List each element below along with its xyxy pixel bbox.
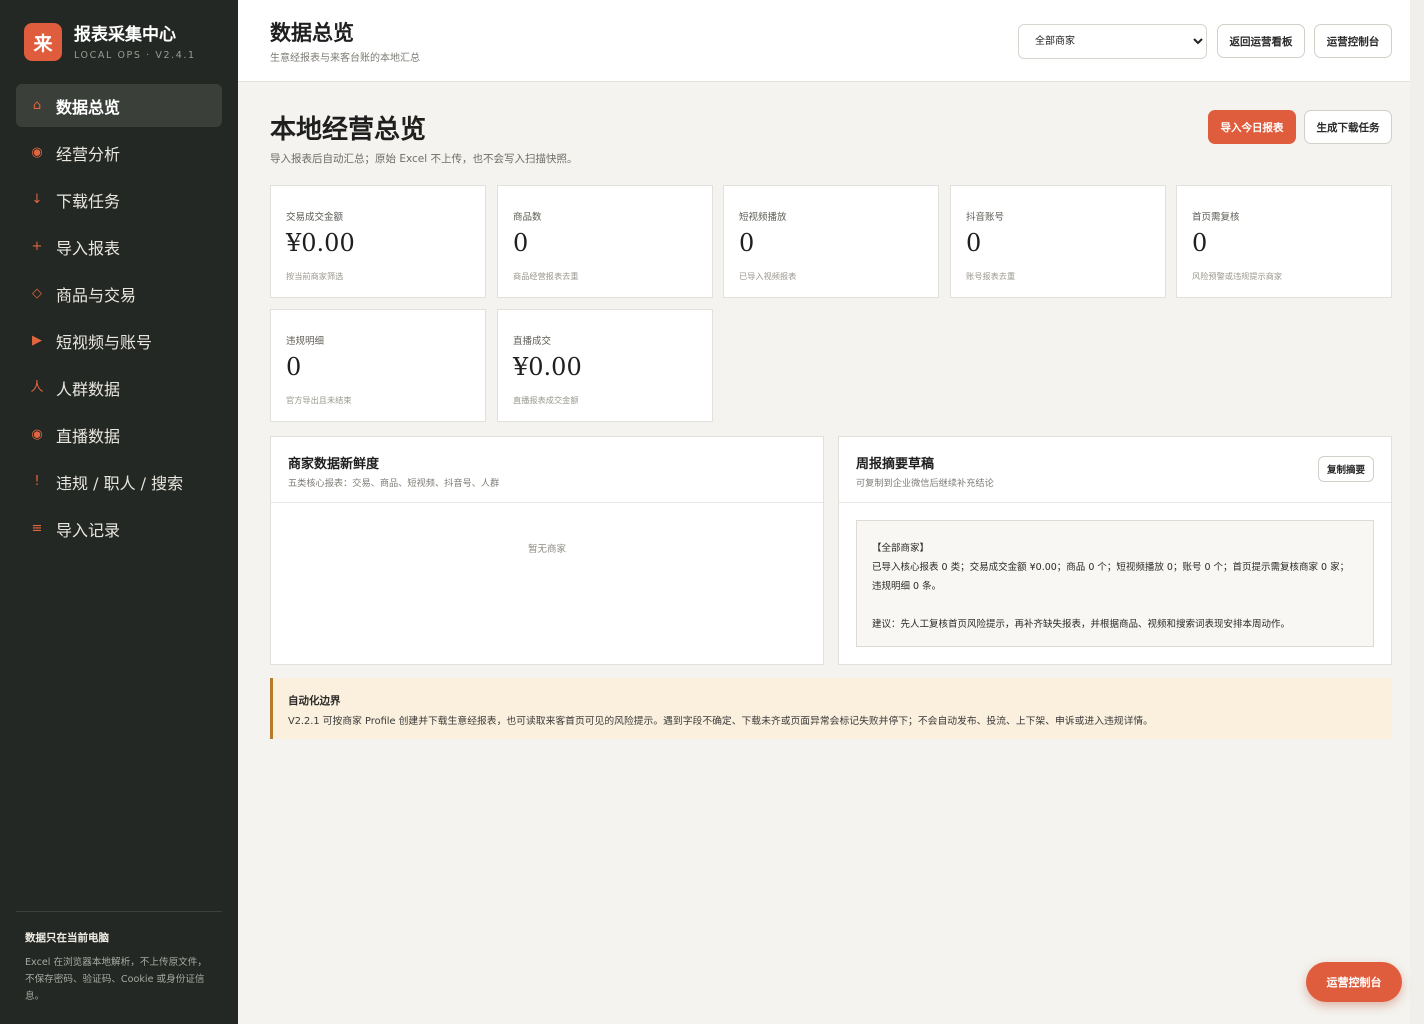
sidebar-item-downloads[interactable]: ↓ 下载任务	[16, 178, 222, 221]
stat-card-value: ¥0.00	[286, 229, 355, 257]
sidebar-item-audience[interactable]: 人 人群数据	[16, 366, 222, 409]
stat-card-label: 违规明细	[286, 336, 325, 347]
sidebar-item-label: 下载任务	[56, 191, 121, 211]
floating-ops-console-button[interactable]: 运营控制台	[1306, 962, 1402, 1002]
plus-icon: +	[31, 239, 43, 254]
generate-download-task-button[interactable]: 生成下载任务	[1304, 110, 1392, 144]
summary-line-suggestion: 建议：先人工复核首页风险提示，再补齐缺失报表，并根据商品、视频和搜索词表现安排本…	[872, 619, 1291, 630]
stat-card-label: 交易成交金额	[286, 212, 344, 223]
sidebar-item-label: 短视频与账号	[56, 332, 153, 352]
sidebar-item-violations[interactable]: ! 违规 / 职人 / 搜索	[16, 460, 222, 503]
weekly-summary-panel: 周报摘要草稿 可复制到企业微信后继续补充结论 复制摘要 【全部商家】 已导入核心…	[838, 436, 1392, 665]
sidebar-item-label: 违规 / 职人 / 搜索	[56, 473, 184, 493]
stat-card-product-count: 商品数 0 商品经营报表去重	[497, 185, 713, 298]
empty-state-text: 暂无商家	[527, 544, 566, 555]
notice-text: V2.2.1 可按商家 Profile 创建并下载生意经报表，也可读取来客首页可…	[288, 716, 1153, 727]
sidebar-footer-text: Excel 在浏览器本地解析，不上传原文件，不保存密码、验证码、Cookie 或…	[25, 957, 207, 1002]
summary-line-merchant: 【全部商家】	[872, 543, 930, 554]
diamond-icon: ◇	[32, 286, 42, 301]
notice-title: 自动化边界	[288, 695, 341, 707]
brand: 来 报表采集中心 LOCAL OPS · V2.4.1	[24, 23, 196, 61]
weekly-summary-title: 周报摘要草稿	[856, 457, 935, 472]
play-icon: ▶	[32, 333, 42, 348]
sidebar-item-label: 数据总览	[56, 97, 121, 117]
sidebar-footer-title: 数据只在当前电脑	[25, 932, 109, 944]
list-icon: ≡	[31, 521, 43, 536]
stat-card-value: 0	[1192, 229, 1208, 257]
stat-card-note: 风险预警或违规提示商家	[1192, 271, 1283, 281]
stat-card-note: 账号报表去重	[966, 271, 1016, 281]
sidebar-item-label: 经营分析	[56, 144, 121, 164]
sidebar-item-label: 导入报表	[56, 238, 121, 258]
stat-card-douyin-accounts: 抖音账号 0 账号报表去重	[950, 185, 1166, 298]
page-subtitle: 生意经报表与来客台账的本地汇总	[270, 53, 420, 64]
freshness-subtitle: 五类核心报表：交易、商品、短视频、抖音号、人群	[288, 478, 500, 489]
sidebar-item-live[interactable]: ◉ 直播数据	[16, 413, 222, 456]
top-header: 数据总览 生意经报表与来客台账的本地汇总 全部商家 返回运营看板 运营控制台	[238, 0, 1424, 82]
analysis-icon: ◉	[31, 145, 43, 160]
download-icon: ↓	[31, 192, 43, 207]
stat-card-label: 直播成交	[513, 336, 552, 347]
stat-card-transaction-amount: 交易成交金额 ¥0.00 按当前商家筛选	[270, 185, 486, 298]
stat-card-label: 抖音账号	[966, 212, 1005, 223]
sidebar-item-label: 导入记录	[56, 520, 121, 540]
stat-card-note: 按当前商家筛选	[286, 271, 344, 281]
stat-card-note: 商品经营报表去重	[513, 271, 579, 281]
import-today-report-button[interactable]: 导入今日报表	[1208, 110, 1296, 144]
back-to-dashboard-button[interactable]: 返回运营看板	[1217, 24, 1305, 58]
summary-draft-box[interactable]: 【全部商家】 已导入核心报表 0 类；交易成交金额 ¥0.00；商品 0 个；短…	[856, 520, 1374, 647]
overview-title: 本地经营总览	[270, 115, 427, 145]
sidebar-item-videos[interactable]: ▶ 短视频与账号	[16, 319, 222, 362]
brand-logo: 来	[24, 23, 62, 61]
alert-icon: !	[34, 474, 40, 489]
page-title: 数据总览	[270, 20, 354, 45]
weekly-summary-subtitle: 可复制到企业微信后继续补充结论	[856, 478, 994, 489]
freshness-panel: 商家数据新鲜度 五类核心报表：交易、商品、短视频、抖音号、人群 暂无商家	[270, 436, 824, 665]
stat-card-violation-details: 违规明细 0 官方导出且未结束	[270, 309, 486, 422]
stat-card-label: 商品数	[513, 212, 542, 223]
sidebar-item-label: 商品与交易	[56, 285, 137, 305]
freshness-title: 商家数据新鲜度	[288, 457, 380, 472]
stat-card-value: ¥0.00	[513, 353, 582, 381]
sidebar-item-import[interactable]: + 导入报表	[16, 225, 222, 268]
stat-card-video-plays: 短视频播放 0 已导入视频报表	[723, 185, 939, 298]
stat-card-note: 官方导出且未结束	[286, 395, 352, 405]
sidebar-item-overview[interactable]: ⌂ 数据总览	[16, 84, 222, 127]
automation-boundary-notice: 自动化边界 V2.2.1 可按商家 Profile 创建并下载生意经报表，也可读…	[270, 678, 1392, 739]
live-icon: ◉	[31, 427, 43, 442]
stat-card-value: 0	[513, 229, 529, 257]
sidebar-nav: ⌂ 数据总览 ◉ 经营分析 ↓ 下载任务 + 导入报表 ◇ 商品与交易 ▶ 短视…	[16, 84, 222, 554]
sidebar: 来 报表采集中心 LOCAL OPS · V2.4.1 ⌂ 数据总览 ◉ 经营分…	[0, 0, 238, 1024]
stat-card-note: 直播报表成交金额	[513, 395, 579, 405]
overview-description: 导入报表后自动汇总；原始 Excel 不上传，也不会写入扫描快照。	[270, 153, 578, 165]
stat-card-value: 0	[966, 229, 982, 257]
stat-card-live-sales: 直播成交 ¥0.00 直播报表成交金额	[497, 309, 713, 422]
summary-line-stats: 已导入核心报表 0 类；交易成交金额 ¥0.00；商品 0 个；短视频播放 0；…	[872, 562, 1350, 592]
sidebar-footer: 数据只在当前电脑 Excel 在浏览器本地解析，不上传原文件，不保存密码、验证码…	[16, 911, 222, 1005]
home-icon: ⌂	[32, 98, 42, 113]
brand-title: 报表采集中心	[74, 24, 176, 45]
merchant-select[interactable]: 全部商家	[1018, 24, 1207, 59]
sidebar-item-label: 人群数据	[56, 379, 121, 399]
ops-console-button[interactable]: 运营控制台	[1314, 24, 1392, 58]
person-icon: 人	[30, 380, 44, 395]
stat-card-label: 首页需复核	[1192, 212, 1240, 223]
stat-card-label: 短视频播放	[739, 212, 787, 223]
stat-card-note: 已导入视频报表	[739, 271, 797, 281]
scrollbar[interactable]	[1410, 0, 1424, 1024]
brand-version: LOCAL OPS · V2.4.1	[74, 49, 196, 61]
stat-card-value: 0	[739, 229, 755, 257]
copy-summary-button[interactable]: 复制摘要	[1318, 456, 1374, 482]
sidebar-item-label: 直播数据	[56, 426, 121, 446]
sidebar-item-records[interactable]: ≡ 导入记录	[16, 507, 222, 550]
stat-card-homepage-review: 首页需复核 0 风险预警或违规提示商家	[1176, 185, 1392, 298]
sidebar-item-products[interactable]: ◇ 商品与交易	[16, 272, 222, 315]
stat-card-value: 0	[286, 353, 302, 381]
sidebar-item-analysis[interactable]: ◉ 经营分析	[16, 131, 222, 174]
